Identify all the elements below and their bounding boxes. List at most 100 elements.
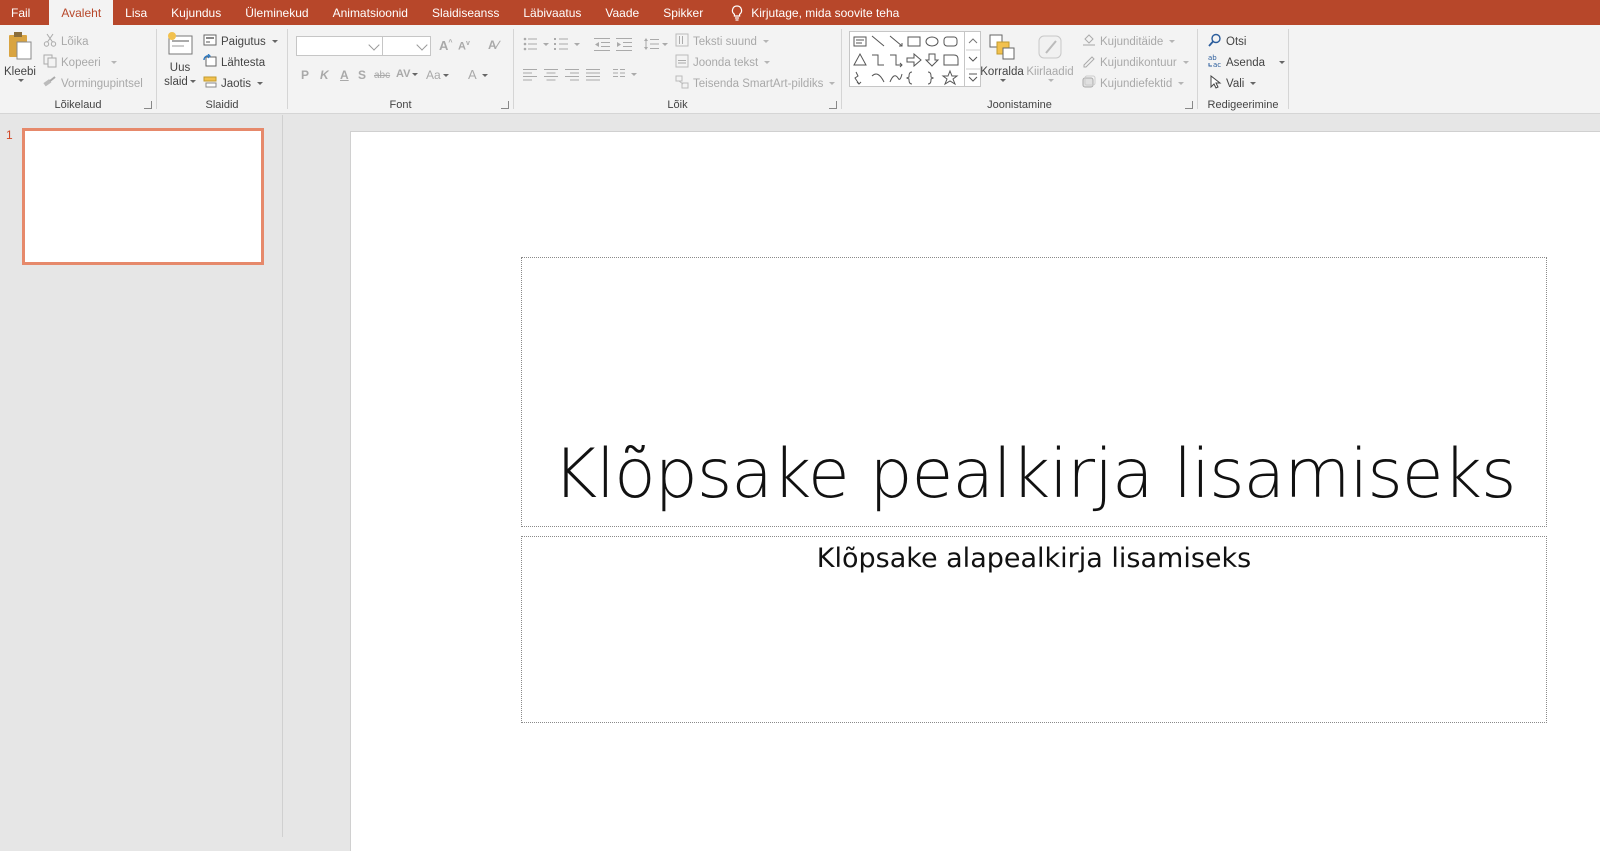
line-spacing-icon[interactable] <box>643 37 669 54</box>
reset-icon <box>203 53 217 71</box>
font-size-combo[interactable] <box>382 36 431 56</box>
select-button[interactable]: Vali <box>1208 74 1257 92</box>
scissors-icon <box>43 33 57 50</box>
underline-button[interactable]: A <box>340 68 349 82</box>
tab-view[interactable]: Vaade <box>593 0 651 25</box>
find-button[interactable]: Otsi <box>1208 33 1246 50</box>
replace-icon: ab ac <box>1208 54 1222 71</box>
align-text-label: Joonda tekst <box>693 56 759 69</box>
dialog-launcher-icon[interactable] <box>829 101 837 109</box>
text-direction-button[interactable]: Teksti suund <box>675 33 769 50</box>
dialog-launcher-icon[interactable] <box>1185 101 1193 109</box>
chevron-down-icon <box>481 74 488 78</box>
tab-design[interactable]: Kujundus <box>159 0 233 25</box>
slide-canvas[interactable]: Klõpsake pealkirja lisamiseks Klõpsake a… <box>350 131 1600 851</box>
chevron-down-icon <box>1279 61 1286 64</box>
align-left-icon[interactable] <box>523 69 537 84</box>
chevron-down-icon <box>1000 79 1006 82</box>
grow-font-icon[interactable]: A^ <box>439 38 452 53</box>
shadow-button[interactable]: S <box>358 68 366 82</box>
new-slide-label-1: Uus <box>169 62 191 74</box>
slide-thumbnail[interactable] <box>22 128 264 265</box>
text-direction-icon <box>675 33 689 50</box>
clear-formatting-icon[interactable]: A∕ <box>488 38 499 52</box>
shapes-gallery-icons <box>853 35 959 86</box>
pencil-icon <box>1082 54 1096 71</box>
copy-icon <box>43 54 57 71</box>
shape-effects-button[interactable]: Kujundiefektid <box>1082 75 1185 92</box>
tab-slideshow[interactable]: Slaidiseanss <box>420 0 511 25</box>
replace-label: Asenda <box>1226 56 1266 69</box>
tell-me-box[interactable]: Kirjutage, mida soovite teha <box>715 0 899 25</box>
tab-transitions[interactable]: Üleminekud <box>233 0 320 25</box>
tell-me-label: Kirjutage, mida soovite teha <box>751 5 900 20</box>
shape-effects-label: Kujundiefektid <box>1100 77 1173 90</box>
chevron-down-icon <box>1182 61 1189 64</box>
change-case-button[interactable]: Aa <box>426 68 449 82</box>
tab-file[interactable]: Fail <box>0 0 49 25</box>
gallery-scroll-icons <box>966 38 980 82</box>
replace-button[interactable]: ab ac Asenda <box>1208 54 1286 71</box>
editing-group-label: Redigeerimine <box>1207 99 1279 111</box>
bold-button[interactable]: P <box>301 68 309 82</box>
numbering-icon[interactable] <box>554 37 582 54</box>
shape-outline-button[interactable]: Kujundikontuur <box>1082 54 1189 71</box>
subtitle-placeholder[interactable]: Klõpsake alapealkirja lisamiseks <box>521 536 1547 723</box>
cut-button[interactable]: Lõika <box>43 33 89 50</box>
layout-button[interactable]: Paigutus <box>203 33 278 50</box>
title-placeholder[interactable]: Klõpsake pealkirja lisamiseks <box>521 257 1547 527</box>
shapes-gallery[interactable] <box>849 31 965 87</box>
decrease-indent-icon[interactable] <box>594 37 610 54</box>
align-right-icon[interactable] <box>565 69 579 84</box>
paste-button[interactable]: Kleebi <box>4 31 36 82</box>
section-button[interactable]: Jaotis <box>203 75 264 92</box>
new-slide-icon <box>166 31 194 61</box>
italic-button[interactable]: K <box>320 68 329 82</box>
font-color-button[interactable]: A <box>468 67 488 82</box>
dialog-launcher-icon[interactable] <box>501 101 509 109</box>
tab-home[interactable]: Avaleht <box>49 0 114 25</box>
shapes-gallery-scroll[interactable] <box>965 31 981 87</box>
chevron-down-icon <box>1169 40 1176 43</box>
tab-insert[interactable]: Lisa <box>113 0 159 25</box>
chevron-down-icon <box>271 40 278 43</box>
chevron-down-icon <box>257 82 264 85</box>
quick-styles-button[interactable]: Kiirlaadid <box>1026 33 1074 82</box>
tab-review[interactable]: Läbivaatus <box>511 0 593 25</box>
ribbon-tab-bar: Fail Avaleht Lisa Kujundus Üleminekud An… <box>0 0 1600 25</box>
layout-icon <box>203 33 217 50</box>
reset-label: Lähtesta <box>221 56 266 69</box>
increase-indent-icon[interactable] <box>616 37 632 54</box>
bullets-icon[interactable] <box>523 37 551 54</box>
dialog-launcher-icon[interactable] <box>144 101 152 109</box>
font-name-combo[interactable] <box>296 36 383 56</box>
arrange-button[interactable]: Korralda <box>980 33 1024 82</box>
new-slide-button[interactable]: Uus slaid <box>163 31 197 89</box>
group-drawing: Korralda Kiirlaadid Kujunditäide Kujundi… <box>842 25 1197 114</box>
shrink-font-icon[interactable]: Av <box>458 40 470 53</box>
char-spacing-button[interactable]: AV <box>396 68 419 80</box>
columns-icon[interactable] <box>613 69 639 84</box>
tab-help[interactable]: Spikker <box>651 0 715 25</box>
slide-thumbnail-pane[interactable]: 1 <box>0 115 283 837</box>
reset-button[interactable]: Lähtesta <box>203 53 266 71</box>
chevron-down-icon <box>829 82 836 85</box>
new-slide-label-2-wrap: slaid <box>164 75 196 89</box>
copy-button[interactable]: Kopeeri <box>43 54 117 71</box>
align-text-button[interactable]: Joonda tekst <box>675 54 771 71</box>
group-slides: Uus slaid Paigutus Lähtesta Jaotis Slaid… <box>157 25 287 114</box>
drawing-group-label: Joonistamine <box>987 99 1052 111</box>
change-case-label: Aa <box>426 68 441 82</box>
align-center-icon[interactable] <box>544 69 558 84</box>
justify-icon[interactable] <box>586 69 600 84</box>
title-placeholder-text: Klõpsake pealkirja lisamiseks <box>552 435 1517 514</box>
convert-smartart-button[interactable]: Teisenda SmartArt-pildiks <box>675 75 836 92</box>
shape-fill-button[interactable]: Kujunditäide <box>1082 33 1176 50</box>
subtitle-placeholder-text: Klõpsake alapealkirja lisamiseks <box>816 543 1252 574</box>
format-painter-button[interactable]: Vormingupintsel <box>43 75 143 92</box>
tab-animations[interactable]: Animatsioonid <box>321 0 420 25</box>
shape-effects-icon <box>1082 75 1096 92</box>
strikethrough-button[interactable]: abc <box>374 70 390 81</box>
chevron-down-icon <box>412 72 419 76</box>
smartart-label: Teisenda SmartArt-pildiks <box>693 77 824 90</box>
